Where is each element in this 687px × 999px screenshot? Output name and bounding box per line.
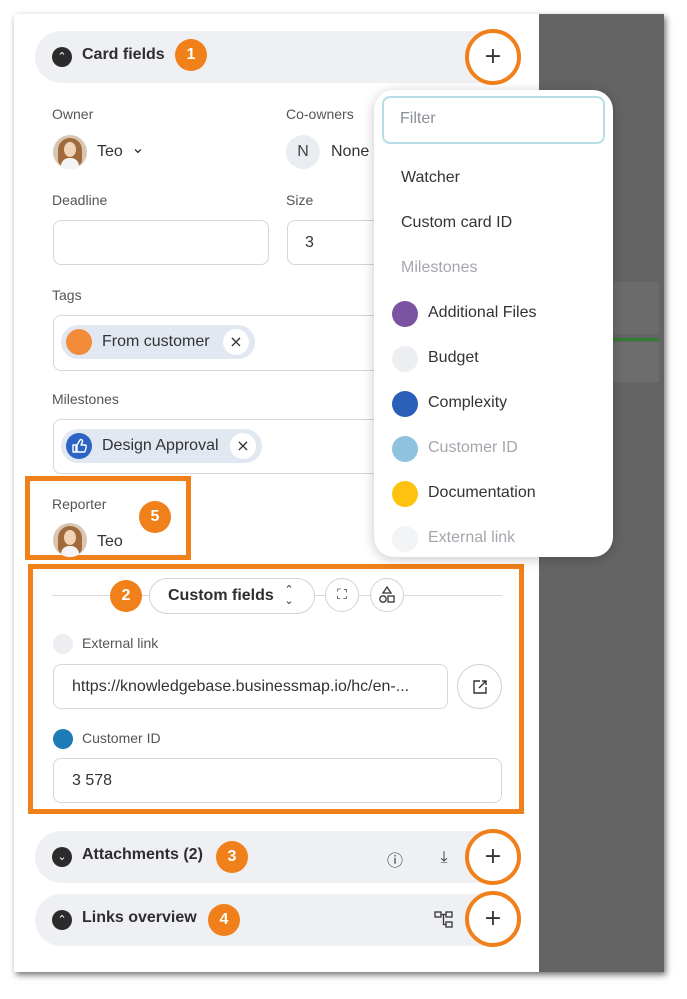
callout-badge-4: 4: [208, 904, 240, 936]
collapse-chevrons-icon: ⌃ ⌄: [284, 583, 294, 607]
field-color-dot: [392, 526, 418, 552]
open-link-icon[interactable]: [457, 664, 502, 709]
milestone-chip: Design Approval ×: [61, 429, 262, 463]
size-value: 3: [305, 234, 314, 251]
customer-id-input[interactable]: 3 578: [53, 758, 502, 803]
dropdown-item-customer-id: Customer ID: [374, 429, 613, 469]
field-color-dot: [392, 391, 418, 417]
customer-id-label: Customer ID: [82, 730, 161, 746]
collapse-icon[interactable]: ⌃: [52, 910, 72, 930]
hierarchy-icon[interactable]: [433, 909, 455, 931]
owner-label: Owner: [52, 106, 94, 122]
size-input[interactable]: 3: [287, 220, 387, 265]
card-fields-header[interactable]: ⌃ Card fields: [35, 31, 521, 83]
coowners-value[interactable]: None: [331, 143, 369, 161]
dropdown-item-label: Watcher: [401, 169, 460, 186]
owner-name[interactable]: Teo: [97, 143, 123, 161]
remove-milestone-icon[interactable]: ×: [230, 433, 256, 459]
reporter-label: Reporter: [52, 496, 107, 512]
screenshot-frame: ⌃ Card fields 1 + Owner Teo ⌄ Co-owners …: [14, 14, 664, 972]
external-link-dot: [53, 634, 73, 654]
tags-label: Tags: [52, 287, 82, 303]
plus-icon: +: [483, 844, 503, 869]
milestone-label: Design Approval: [102, 437, 219, 454]
owner-avatar: [53, 135, 87, 169]
tag-chip: From customer ×: [61, 325, 255, 359]
add-attachment-button[interactable]: +: [465, 829, 521, 885]
deadline-label: Deadline: [52, 192, 108, 208]
dropdown-item-label: Milestones: [401, 259, 478, 276]
card-fields-title: Card fields: [82, 46, 165, 63]
download-icon[interactable]: ⤓: [433, 847, 455, 867]
callout-badge-5: 5: [139, 501, 171, 533]
add-card-field-button[interactable]: +: [465, 29, 521, 85]
coowners-label: Co-owners: [286, 106, 354, 122]
dropdown-item-label: Documentation: [428, 484, 536, 501]
customer-id-value: 3 578: [72, 772, 113, 789]
dropdown-item-milestones: Milestones: [374, 249, 613, 289]
dropdown-item-custom-card-id[interactable]: Custom card ID: [374, 204, 613, 244]
dropdown-item-label: Customer ID: [428, 439, 518, 456]
dropdown-item-label: Additional Files: [428, 304, 537, 321]
custom-fields-label: Custom fields: [168, 587, 274, 604]
info-icon[interactable]: ⓘ: [384, 847, 406, 871]
external-link-input[interactable]: https://knowledgebase.businessmap.io/hc/…: [53, 664, 448, 709]
coowners-avatar[interactable]: N: [286, 135, 320, 169]
deadline-input[interactable]: [53, 220, 269, 265]
filter-field[interactable]: [382, 96, 605, 144]
reporter-avatar: [53, 523, 87, 557]
plus-icon: +: [483, 44, 503, 69]
dropdown-item-external-link: External link: [374, 519, 613, 559]
field-color-dot: [392, 481, 418, 507]
dropdown-item-label: External link: [428, 529, 516, 546]
expand-icon[interactable]: ⛶: [325, 578, 359, 612]
filter-input[interactable]: [400, 110, 590, 128]
milestones-label: Milestones: [52, 391, 119, 407]
add-link-button[interactable]: +: [465, 891, 521, 947]
field-color-dot: [392, 436, 418, 462]
attachments-title: Attachments (2): [82, 846, 203, 863]
add-field-dropdown: Watcher Custom card ID Milestones Additiona…: [374, 90, 613, 557]
field-color-dot: [392, 301, 418, 327]
field-color-dot: [392, 346, 418, 372]
tag-color-dot: [66, 329, 92, 355]
callout-badge-3: 3: [216, 841, 248, 873]
dropdown-item-additional-files[interactable]: Additional Files: [374, 294, 613, 334]
callout-badge-1: 1: [175, 39, 207, 71]
external-link-label: External link: [82, 635, 159, 651]
dropdown-item-label: Custom card ID: [401, 214, 513, 231]
reporter-name[interactable]: Teo: [97, 533, 123, 551]
tag-label: From customer: [102, 333, 210, 350]
plus-icon: +: [483, 906, 503, 931]
dropdown-item-label: Budget: [428, 349, 479, 366]
chevron-down-icon[interactable]: ⌄: [131, 138, 145, 157]
external-link-value: https://knowledgebase.businessmap.io/hc/…: [72, 678, 410, 695]
shapes-icon[interactable]: [370, 578, 404, 612]
expand-icon[interactable]: ⌄: [52, 847, 72, 867]
size-label: Size: [286, 192, 314, 208]
dropdown-item-budget[interactable]: Budget: [374, 339, 613, 379]
dropdown-item-documentation[interactable]: Documentation: [374, 474, 613, 514]
callout-badge-2: 2: [110, 580, 142, 612]
customer-id-dot: [53, 729, 73, 749]
collapse-icon[interactable]: ⌃: [52, 47, 72, 67]
remove-tag-icon[interactable]: ×: [223, 329, 249, 355]
thumbs-up-icon: [66, 433, 92, 459]
dropdown-item-watcher[interactable]: Watcher: [374, 159, 613, 199]
custom-fields-toggle[interactable]: Custom fields ⌃ ⌄: [149, 578, 315, 614]
links-overview-title: Links overview: [82, 909, 197, 926]
dropdown-item-label: Complexity: [428, 394, 508, 411]
dropdown-item-complexity[interactable]: Complexity: [374, 384, 613, 424]
